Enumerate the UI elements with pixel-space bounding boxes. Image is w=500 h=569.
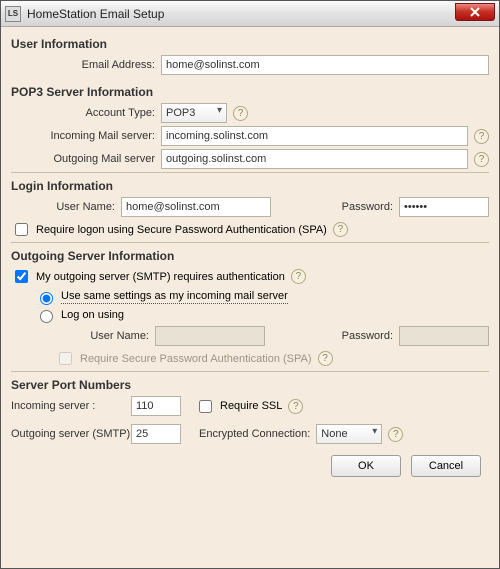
section-ports-heading: Server Port Numbers	[11, 378, 489, 392]
outgoing-server-label: Outgoing Mail server	[11, 153, 161, 165]
spa-label-text: Require logon using Secure Password Auth…	[36, 224, 327, 236]
sub-spa-checkbox-label: Require Secure Password Authentication (…	[55, 349, 312, 368]
sub-spa-checkbox	[59, 352, 72, 365]
password-label: Password:	[279, 201, 399, 213]
outgoing-port-label: Outgoing server (SMTP):	[11, 428, 131, 440]
encrypted-connection-select[interactable]: None	[316, 424, 382, 444]
radio-logon-label: Log on using	[61, 309, 124, 321]
help-icon[interactable]: ?	[474, 129, 489, 144]
incoming-port-label: Incoming server :	[11, 400, 131, 412]
incoming-server-input[interactable]	[161, 126, 468, 146]
sub-password-label: Password:	[289, 330, 399, 342]
username-label: User Name:	[11, 201, 121, 213]
divider	[11, 371, 489, 372]
cancel-button[interactable]: Cancel	[411, 455, 481, 477]
titlebar: LS HomeStation Email Setup	[1, 1, 499, 27]
section-pop3-heading: POP3 Server Information	[11, 85, 489, 99]
sub-username-label: User Name:	[55, 330, 155, 342]
help-icon[interactable]: ?	[318, 351, 333, 366]
help-icon[interactable]: ?	[288, 399, 303, 414]
help-icon[interactable]: ?	[233, 106, 248, 121]
username-input[interactable]	[121, 197, 271, 217]
dialog-content: User Information Email Address: POP3 Ser…	[1, 27, 499, 568]
encrypted-connection-label: Encrypted Connection:	[199, 428, 316, 440]
spa-checkbox-label[interactable]: Require logon using Secure Password Auth…	[11, 220, 327, 239]
incoming-server-label: Incoming Mail server:	[11, 130, 161, 142]
sub-spa-text: Require Secure Password Authentication (…	[80, 353, 312, 365]
radio-logon-row[interactable]: Log on using	[35, 307, 489, 323]
divider	[11, 242, 489, 243]
app-icon: LS	[5, 6, 21, 22]
help-icon[interactable]: ?	[388, 427, 403, 442]
divider	[11, 172, 489, 173]
help-icon[interactable]: ?	[291, 269, 306, 284]
radio-same-settings-row[interactable]: Use same settings as my incoming mail se…	[35, 289, 489, 305]
dialog-window: LS HomeStation Email Setup User Informat…	[0, 0, 500, 569]
require-ssl-checkbox[interactable]	[199, 400, 212, 413]
account-type-select[interactable]: POP3	[161, 103, 227, 123]
sub-password-input	[399, 326, 489, 346]
require-ssl-checkbox-label[interactable]: Require SSL	[195, 397, 282, 416]
section-outgoing-heading: Outgoing Server Information	[11, 249, 489, 263]
account-type-label: Account Type:	[11, 107, 161, 119]
require-ssl-text: Require SSL	[220, 400, 282, 412]
section-login-heading: Login Information	[11, 179, 489, 193]
outgoing-server-input[interactable]	[161, 149, 468, 169]
outgoing-port-input[interactable]	[131, 424, 181, 444]
ok-button[interactable]: OK	[331, 455, 401, 477]
email-address-input[interactable]	[161, 55, 489, 75]
radio-same-settings-label: Use same settings as my incoming mail se…	[61, 290, 288, 304]
section-user-info-heading: User Information	[11, 37, 489, 51]
requires-auth-checkbox-label[interactable]: My outgoing server (SMTP) requires authe…	[11, 267, 285, 286]
radio-same-settings[interactable]	[40, 292, 53, 305]
email-address-label: Email Address:	[11, 59, 161, 71]
requires-auth-checkbox[interactable]	[15, 270, 28, 283]
requires-auth-text: My outgoing server (SMTP) requires authe…	[36, 271, 285, 283]
sub-username-input	[155, 326, 265, 346]
radio-logon[interactable]	[40, 310, 53, 323]
help-icon[interactable]: ?	[333, 222, 348, 237]
spa-checkbox[interactable]	[15, 223, 28, 236]
incoming-port-input[interactable]	[131, 396, 181, 416]
window-title: HomeStation Email Setup	[27, 7, 164, 21]
password-input[interactable]	[399, 197, 489, 217]
close-icon	[470, 7, 480, 17]
help-icon[interactable]: ?	[474, 152, 489, 167]
button-bar: OK Cancel	[11, 447, 489, 481]
close-button[interactable]	[455, 3, 495, 21]
